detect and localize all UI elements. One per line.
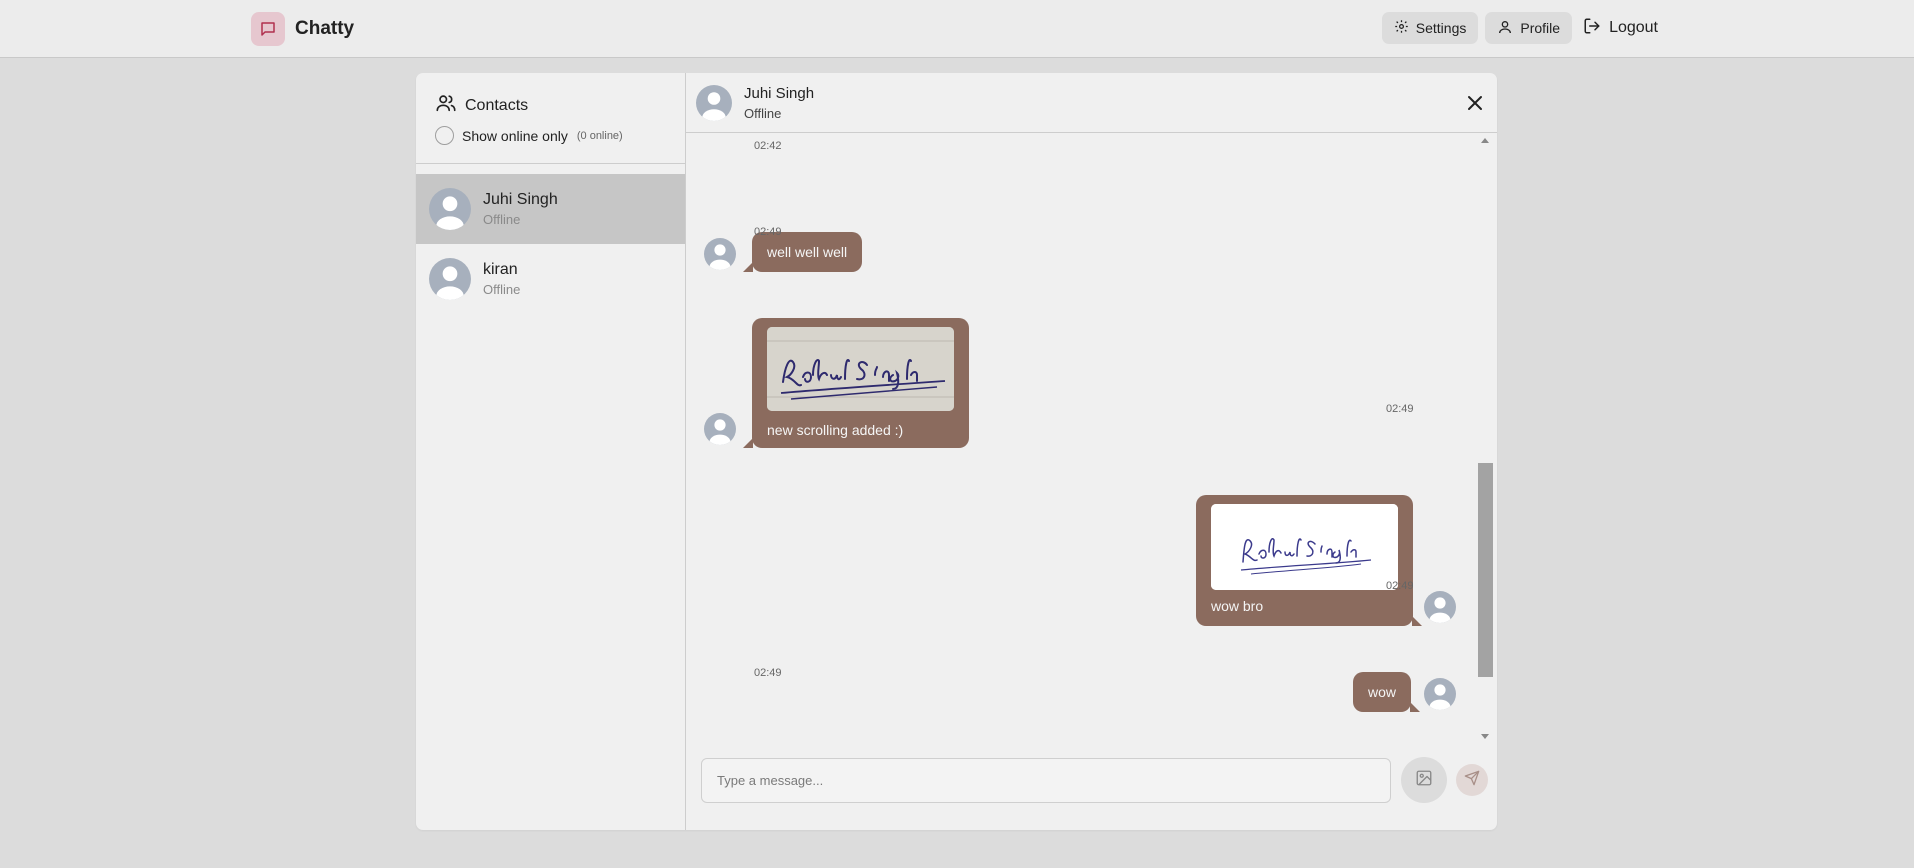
chat-area: Juhi Singh Offline 02:42 well well well … (686, 73, 1497, 830)
profile-label: Profile (1520, 20, 1561, 36)
contact-status: Offline (483, 212, 521, 227)
online-only-label: Show online only (462, 127, 568, 144)
show-online-only-toggle[interactable]: Show online only (0 online) (435, 126, 623, 145)
user-icon (1497, 19, 1513, 38)
contacts-title: Contacts (435, 92, 528, 119)
scroll-down-arrow-icon[interactable] (1481, 734, 1489, 739)
message-bubble-with-image: new scrolling added :) (743, 318, 969, 448)
signature-image[interactable] (767, 327, 954, 411)
contact-item-kiran[interactable]: kiran Offline (416, 244, 685, 314)
settings-button[interactable]: Settings (1381, 12, 1479, 44)
chat-header: Juhi Singh Offline (686, 73, 1497, 133)
app-name: Chatty (295, 18, 355, 39)
logout-button[interactable]: Logout (1579, 12, 1662, 44)
online-count: (0 online) (576, 129, 623, 142)
send-icon (1464, 770, 1480, 791)
message-composer (686, 746, 1497, 830)
online-only-checkbox[interactable] (435, 126, 454, 145)
gear-icon (1394, 19, 1409, 37)
scroll-up-arrow-icon[interactable] (1481, 138, 1489, 143)
contact-item-juhi-singh[interactable]: Juhi Singh Offline (416, 174, 685, 244)
message-bubble: well well well (742, 232, 863, 272)
message-text: wow bro (1211, 598, 1264, 614)
avatar (429, 188, 471, 230)
logout-icon (1583, 17, 1601, 40)
settings-label: Settings (1415, 20, 1467, 36)
image-icon (1415, 769, 1433, 792)
avatar (696, 85, 732, 121)
message-time: 02:49 (754, 226, 782, 238)
attach-image-button[interactable] (1401, 757, 1447, 803)
contacts-title-label: Contacts (465, 96, 529, 114)
signature-image[interactable] (1211, 504, 1398, 590)
message-bubble: wow (1353, 672, 1421, 712)
message-scrollbar[interactable] (1477, 134, 1494, 746)
top-navbar: Chatty Settings Profile Logout (0, 0, 1914, 58)
sidebar-header: Contacts Show online only (0 online) (416, 73, 685, 164)
chat-panel: Contacts Show online only (0 online) Juh… (416, 73, 1497, 830)
message-text: new scrolling added :) (767, 422, 904, 438)
close-icon[interactable] (1465, 93, 1485, 113)
sender-avatar (704, 238, 736, 270)
contact-name: kiran (483, 261, 518, 278)
message-time: 02:49 (754, 667, 782, 679)
contact-name: Juhi Singh (483, 191, 558, 208)
chat-contact-name: Juhi Singh (744, 85, 815, 102)
sender-avatar (1424, 678, 1456, 710)
nav-actions: Settings Profile Logout (1381, 12, 1662, 44)
message-time: 02:49 (1386, 403, 1414, 415)
chat-contact-status: Offline (744, 106, 782, 121)
send-button[interactable] (1456, 764, 1488, 796)
message-time: 02:49 (1386, 580, 1414, 592)
brand[interactable]: Chatty (251, 12, 354, 46)
users-icon (435, 92, 457, 119)
contacts-sidebar: Contacts Show online only (0 online) Juh… (416, 73, 686, 830)
sender-avatar (1424, 591, 1456, 623)
profile-button[interactable]: Profile (1485, 12, 1573, 44)
sender-avatar (704, 413, 736, 445)
avatar (429, 258, 471, 300)
message-bubble-with-image: wow bro (1196, 495, 1422, 626)
message-input[interactable] (701, 758, 1391, 803)
scroll-thumb[interactable] (1478, 463, 1493, 677)
logout-label: Logout (1609, 19, 1658, 36)
message-list[interactable]: 02:42 well well well 02:49 new scrolling… (686, 134, 1497, 746)
contact-status: Offline (483, 282, 521, 297)
chat-bubble-icon (251, 12, 285, 46)
message-time: 02:42 (754, 140, 782, 152)
